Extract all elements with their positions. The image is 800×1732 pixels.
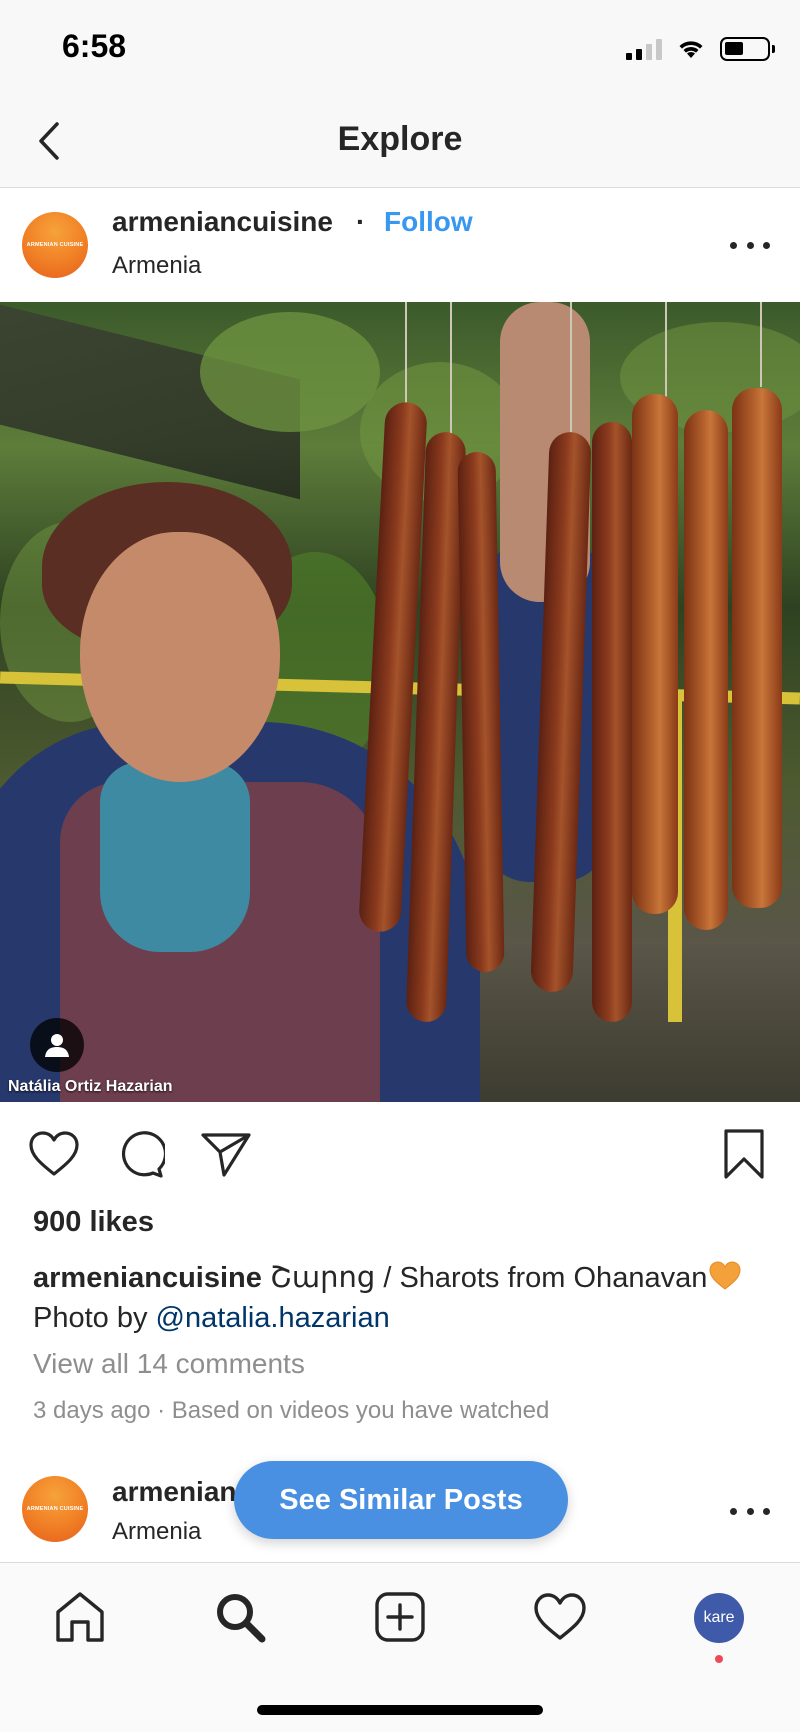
- post-photo[interactable]: Natália Ortiz Hazarian: [0, 302, 800, 1102]
- more-options-button[interactable]: [730, 230, 770, 260]
- tab-activity[interactable]: [528, 1585, 592, 1649]
- status-bar: 6:58: [0, 0, 800, 96]
- next-post-location[interactable]: Armenia: [112, 1518, 201, 1546]
- likes-count[interactable]: 900 likes: [33, 1206, 154, 1239]
- like-button[interactable]: [26, 1126, 82, 1182]
- signal-icon: [626, 38, 662, 60]
- recommendation-reason: Based on videos you have watched: [171, 1397, 550, 1424]
- photo-by-prefix: Photo by: [33, 1302, 156, 1334]
- tab-search[interactable]: [208, 1585, 272, 1649]
- person-icon: [45, 1034, 69, 1057]
- comment-button[interactable]: [112, 1126, 168, 1182]
- heart-icon: [534, 1593, 586, 1640]
- avatar[interactable]: ARMENIAN CUISINE: [22, 212, 88, 278]
- home-indicator[interactable]: [257, 1705, 543, 1715]
- view-comments-link[interactable]: View all 14 comments: [33, 1348, 305, 1380]
- tab-profile[interactable]: kare: [694, 1593, 744, 1643]
- next-post-username[interactable]: armenian: [112, 1476, 237, 1508]
- photo-by-mention[interactable]: @natalia.hazarian: [156, 1302, 390, 1334]
- bookmark-icon: [724, 1129, 764, 1179]
- heart-icon: [29, 1131, 79, 1176]
- status-icons: [626, 34, 775, 64]
- avatar[interactable]: ARMENIAN CUISINE: [22, 1476, 88, 1542]
- wifi-icon: [679, 41, 703, 58]
- plus-square-icon: [375, 1592, 425, 1642]
- see-similar-posts-button[interactable]: See Similar Posts: [234, 1461, 568, 1539]
- caption-text: Շարոց / Sharots from Ohanavan: [269, 1262, 708, 1294]
- home-icon: [56, 1592, 104, 1642]
- post-time: 3 days ago: [33, 1397, 151, 1424]
- post-meta: 3 days ago · Based on videos you have wa…: [33, 1397, 549, 1425]
- battery-fill: [725, 42, 743, 55]
- ellipsis-icon: [730, 1507, 737, 1515]
- nav-bar: Explore: [0, 96, 800, 188]
- page-title: Explore: [337, 120, 463, 158]
- search-icon: [217, 1594, 266, 1643]
- post-actions: [0, 1102, 800, 1202]
- separator-dot: ·: [356, 206, 366, 237]
- follow-button[interactable]: Follow: [384, 206, 473, 238]
- battery-icon: [720, 37, 775, 61]
- share-button[interactable]: [198, 1126, 254, 1182]
- paper-plane-icon: [201, 1133, 251, 1177]
- post-username[interactable]: armeniancuisine: [112, 206, 333, 238]
- meta-separator: ·: [150, 1397, 172, 1424]
- ellipsis-icon: [730, 241, 737, 249]
- post-header: ARMENIAN CUISINE armeniancuisine · Follo…: [0, 188, 800, 302]
- avatar-text: ARMENIAN CUISINE: [26, 242, 84, 248]
- avatar-text: ARMENIAN CUISINE: [26, 1506, 84, 1512]
- save-button[interactable]: [716, 1126, 772, 1182]
- post-caption: armeniancuisine Շարոց / Sharots from Oha…: [33, 1258, 773, 1338]
- post-location[interactable]: Armenia: [112, 252, 201, 280]
- notification-dot: [715, 1655, 723, 1663]
- orange-heart-icon: [709, 1261, 741, 1290]
- tab-home[interactable]: [48, 1585, 112, 1649]
- more-options-button[interactable]: [730, 1496, 770, 1526]
- tagged-user-button[interactable]: [30, 1018, 84, 1072]
- comment-bubble-icon: [121, 1131, 165, 1178]
- tab-new-post[interactable]: [368, 1585, 432, 1649]
- status-time: 6:58: [62, 28, 127, 64]
- caption-username[interactable]: armeniancuisine: [33, 1262, 262, 1294]
- photo-credit: Natália Ortiz Hazarian: [8, 1078, 173, 1095]
